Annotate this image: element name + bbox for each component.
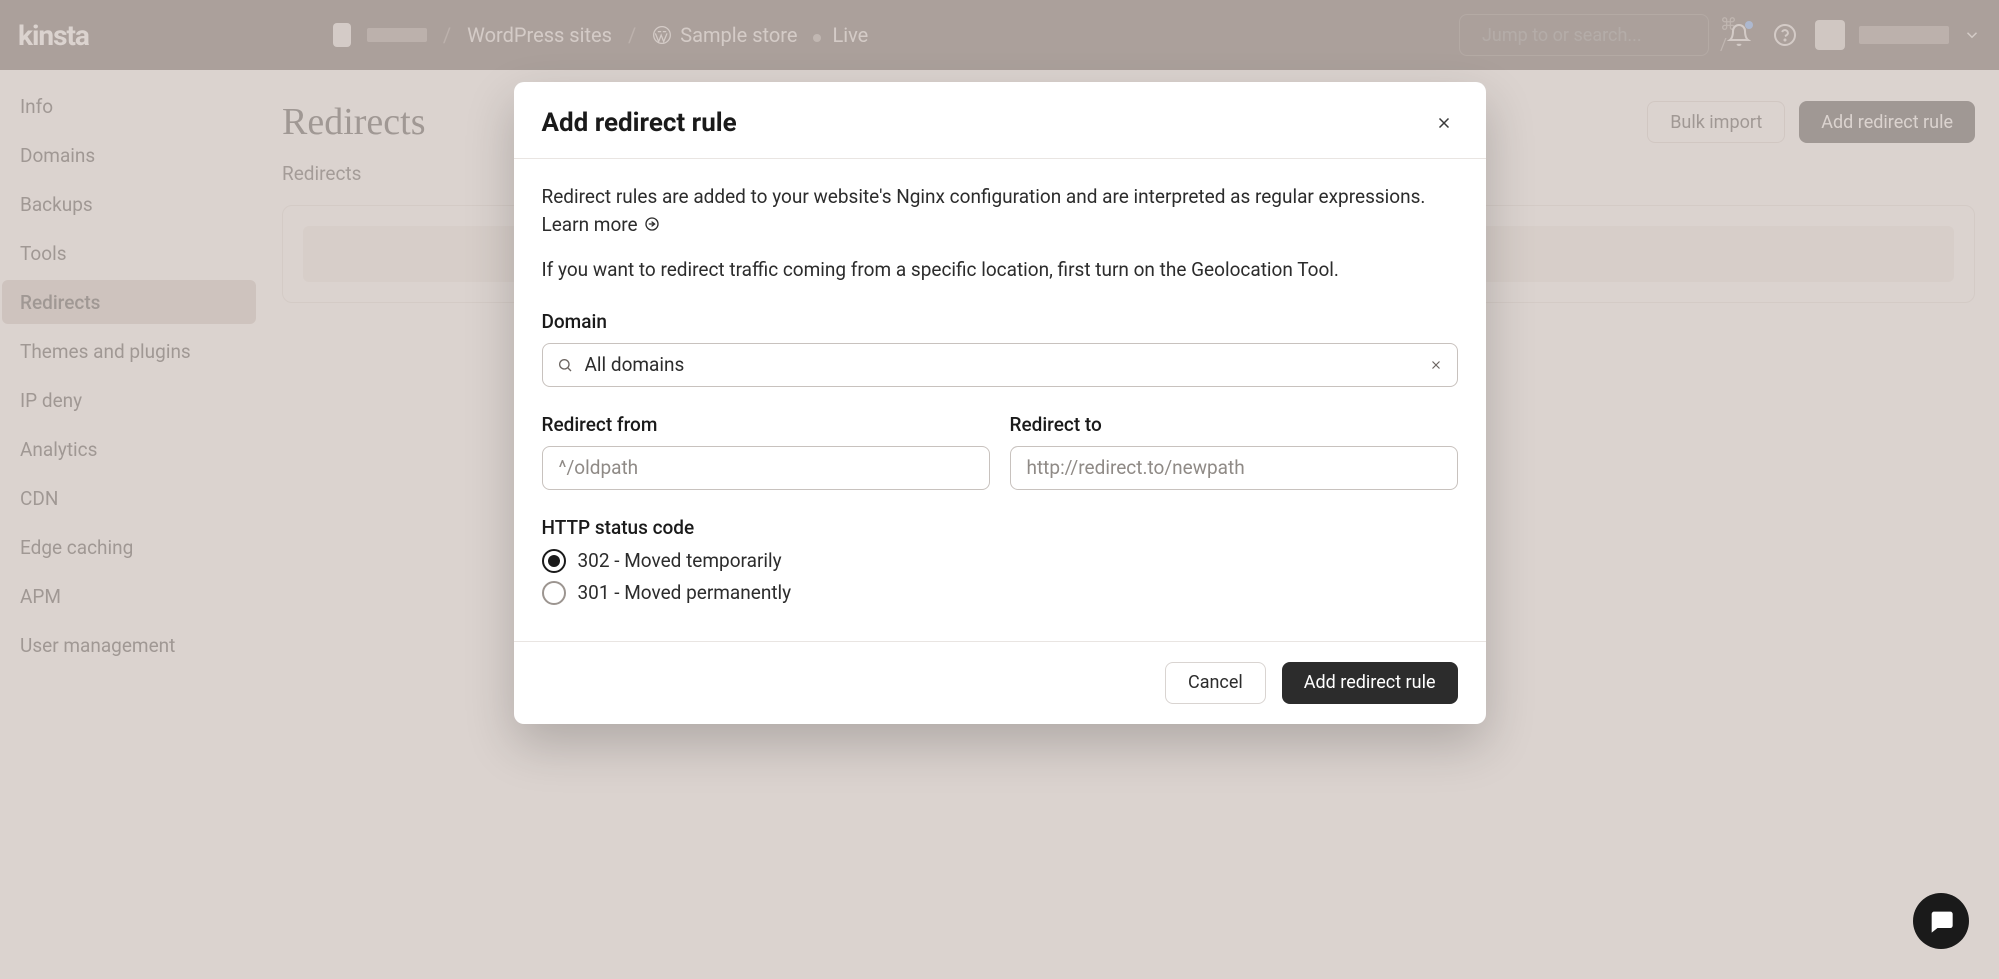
- submit-add-rule-button[interactable]: Add redirect rule: [1282, 662, 1458, 704]
- geolocation-tool-link[interactable]: Geolocation Tool: [1191, 258, 1334, 281]
- redirect-from-label: Redirect from: [542, 413, 990, 436]
- close-icon: [1435, 114, 1453, 132]
- domain-label: Domain: [542, 310, 1458, 333]
- radio-301-label: 301 - Moved permanently: [578, 581, 792, 604]
- redirect-to-input[interactable]: [1010, 446, 1458, 490]
- radio-icon-unchecked: [542, 581, 566, 605]
- domain-input[interactable]: [585, 353, 1417, 376]
- learn-more-label: Learn more: [542, 211, 638, 239]
- chat-icon: [1927, 907, 1955, 935]
- radio-301[interactable]: 301 - Moved permanently: [542, 581, 1458, 605]
- radio-302-label: 302 - Moved temporarily: [578, 549, 782, 572]
- modal-intro-text: Redirect rules are added to your website…: [542, 183, 1458, 238]
- radio-icon-checked: [542, 549, 566, 573]
- modal-close-button[interactable]: [1430, 109, 1458, 137]
- redirect-to-label: Redirect to: [1010, 413, 1458, 436]
- add-redirect-modal: Add redirect rule Redirect rules are add…: [514, 82, 1486, 724]
- close-icon: [1429, 358, 1443, 372]
- chat-button[interactable]: [1913, 893, 1969, 949]
- external-link-icon: [644, 216, 660, 232]
- http-status-label: HTTP status code: [542, 516, 1458, 539]
- redirect-from-input[interactable]: [542, 446, 990, 490]
- cancel-button[interactable]: Cancel: [1165, 662, 1266, 704]
- modal-overlay: Add redirect rule Redirect rules are add…: [0, 0, 1999, 979]
- domain-clear-button[interactable]: [1429, 358, 1443, 372]
- search-icon: [557, 357, 573, 373]
- learn-more-link[interactable]: Learn more: [542, 211, 660, 239]
- radio-302[interactable]: 302 - Moved temporarily: [542, 549, 1458, 573]
- modal-title: Add redirect rule: [542, 108, 737, 138]
- domain-field[interactable]: [542, 343, 1458, 387]
- modal-geo-text: If you want to redirect traffic coming f…: [542, 256, 1458, 284]
